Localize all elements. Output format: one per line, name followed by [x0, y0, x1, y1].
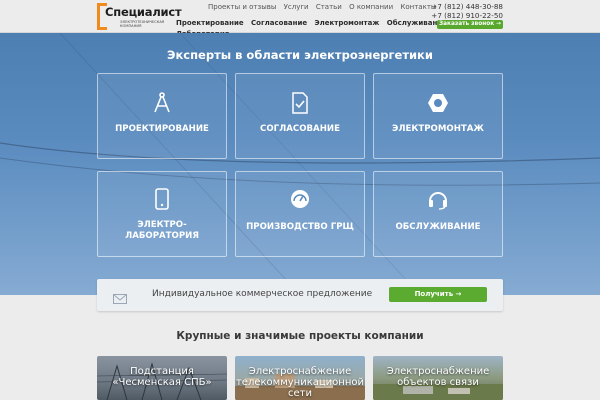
project-card-telecom-label: Электроснабжение телекоммуникационной се… [235, 366, 364, 399]
top-nav-about[interactable]: О компании [349, 3, 393, 11]
tile-maintenance[interactable]: ОБСЛУЖИВАНИЕ [373, 171, 503, 257]
project-card-substation[interactable]: Подстанция «Чесменская СПБ» [97, 356, 227, 400]
tile-switchboard[interactable]: ПРОИЗВОДСТВО ГРЩ [235, 171, 365, 257]
main-nav-design[interactable]: Проектирование [176, 19, 244, 27]
tablet-icon [98, 188, 226, 214]
main-nav-installation[interactable]: Электромонтаж [315, 19, 380, 27]
hero-section: Эксперты в области электроэнергетики ПРО… [0, 33, 600, 295]
tile-installation[interactable]: ЭЛЕКТРОМОНТАЖ [373, 73, 503, 159]
main-nav: Проектирование Согласование Электромонта… [176, 19, 452, 38]
get-offer-button[interactable]: Получить → [389, 287, 487, 302]
tile-installation-label: ЭЛЕКТРОМОНТАЖ [392, 124, 484, 134]
top-nav-articles[interactable]: Статьи [316, 3, 342, 11]
top-nav-services[interactable]: Услуги [284, 3, 309, 11]
phone-numbers: +7 (812) 448-30-88 +7 (812) 910-22-50 [431, 2, 503, 20]
projects-title: Крупные и значимые проекты компании [176, 330, 424, 342]
tile-laboratory-label: ЭЛЕКТРО- ЛАБОРАТОРИЯ [125, 220, 199, 241]
project-card-communication-label: Электроснабжение объектов связи [386, 366, 490, 388]
site-header: Специалист электротехническая компания П… [0, 0, 600, 38]
logo[interactable]: Специалист электротехническая компания [97, 3, 182, 30]
phone-2[interactable]: +7 (812) 910-22-50 [431, 11, 503, 20]
logo-title: Специалист [105, 5, 182, 19]
project-card-substation-label: Подстанция «Чесменская СПБ» [112, 366, 212, 388]
project-card-telecom[interactable]: Электроснабжение телекоммуникационной се… [235, 356, 365, 400]
main-nav-approval[interactable]: Согласование [251, 19, 307, 27]
hex-nut-icon [374, 92, 502, 118]
hero-title: Эксперты в области электроэнергетики [167, 48, 433, 62]
gauge-icon [236, 188, 364, 214]
headset-icon [374, 188, 502, 214]
tile-design-label: ПРОЕКТИРОВАНИЕ [115, 124, 209, 134]
commercial-offer-bar: Индивидуальное коммерческое предложение … [97, 279, 503, 311]
request-call-button[interactable]: Заказать звонок → [437, 20, 503, 29]
compass-icon [98, 92, 226, 118]
offer-text: Индивидуальное коммерческое предложение [152, 289, 373, 299]
tile-switchboard-label: ПРОИЗВОДСТВО ГРЩ [246, 222, 354, 232]
envelope-icon [113, 289, 127, 308]
document-check-icon [236, 92, 364, 118]
top-nav-projects[interactable]: Проекты и отзывы [208, 3, 276, 11]
logo-subtitle: электротехническая компания [120, 20, 165, 28]
tile-approval[interactable]: СОГЛАСОВАНИЕ [235, 73, 365, 159]
tile-maintenance-label: ОБСЛУЖИВАНИЕ [395, 222, 481, 232]
project-card-communication[interactable]: Электроснабжение объектов связи [373, 356, 503, 400]
tile-approval-label: СОГЛАСОВАНИЕ [260, 124, 340, 134]
phone-1[interactable]: +7 (812) 448-30-88 [431, 2, 503, 11]
tile-laboratory[interactable]: ЭЛЕКТРО- ЛАБОРАТОРИЯ [97, 171, 227, 257]
top-nav: Проекты и отзывы Услуги Статьи О компани… [208, 3, 441, 11]
tile-design[interactable]: ПРОЕКТИРОВАНИЕ [97, 73, 227, 159]
